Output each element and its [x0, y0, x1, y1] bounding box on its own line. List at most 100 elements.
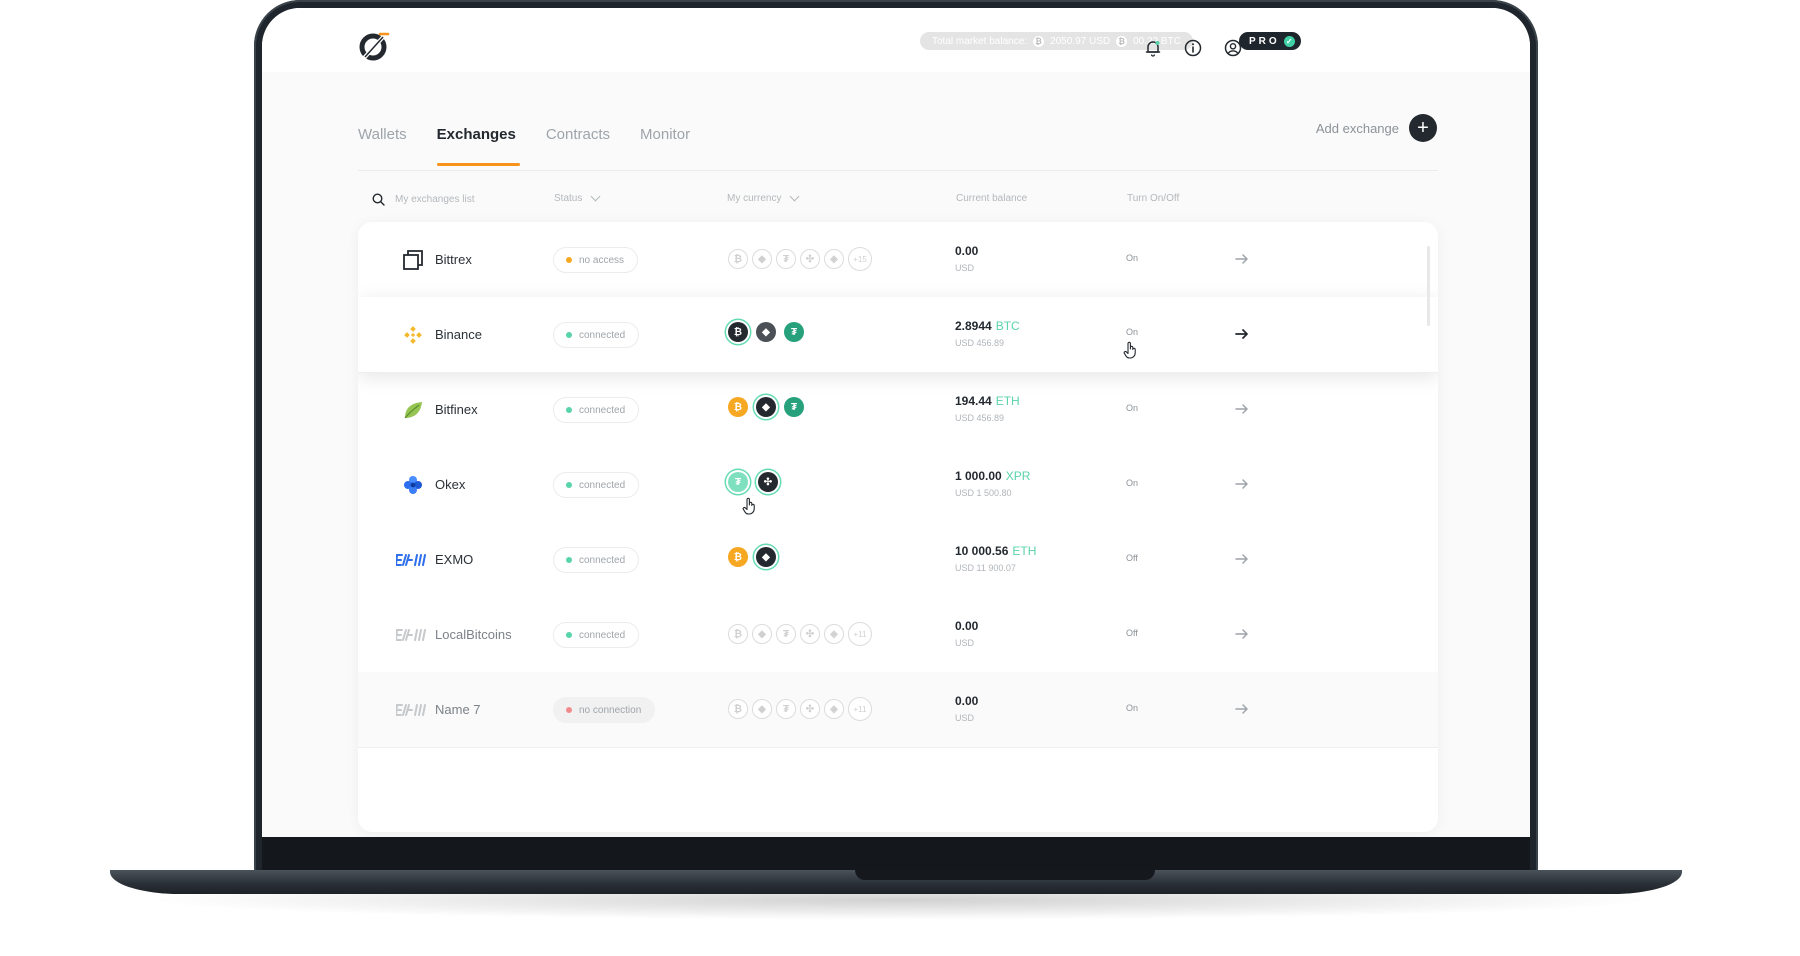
balance-amount: 10 000.56	[955, 544, 1009, 558]
scrollbar[interactable]	[1427, 246, 1430, 326]
pro-label: PRO	[1249, 35, 1280, 47]
search-placeholder[interactable]: My exchanges list	[395, 194, 474, 205]
binance-logo-icon	[402, 325, 424, 345]
status-dot	[566, 707, 572, 713]
bitcoin-icon: ₿	[1116, 35, 1128, 47]
ripple-icon[interactable]: ✣	[758, 472, 778, 492]
toggle-state[interactable]: On	[1126, 703, 1138, 713]
exchange-row-name7[interactable]: Name 7 no connection ₿ ◆ ₮ ✣ ◈ +11 0.00 …	[358, 672, 1438, 748]
chevron-down-icon	[790, 191, 800, 202]
currency-header-label: My currency	[727, 193, 782, 204]
ethereum-icon[interactable]: ◆	[752, 624, 772, 644]
exchange-logo-icon	[396, 625, 426, 645]
balance-amount: 0.00	[955, 244, 979, 258]
exchange-name: Name 7	[435, 702, 481, 717]
ripple-icon[interactable]: ✣	[800, 699, 820, 719]
exchange-name: EXMO	[435, 552, 474, 567]
balance-currency: ETH	[1012, 544, 1037, 558]
add-exchange-label[interactable]: Add exchange	[1316, 121, 1399, 136]
status-column-header[interactable]: Status	[554, 191, 601, 204]
tab-monitor[interactable]: Monitor	[640, 126, 690, 158]
search-field[interactable]: My exchanges list	[372, 193, 474, 206]
tether-icon[interactable]: ₮	[784, 397, 804, 417]
tether-icon[interactable]: ₮	[776, 249, 796, 269]
toggle-state[interactable]: On	[1126, 403, 1138, 413]
more-currencies-badge[interactable]: +11	[848, 697, 872, 721]
laptop-hinge-notch	[855, 870, 1155, 880]
exchange-row-bittrex[interactable]: Bittrex no access ₿ ◆ ₮ ✣ ◈ +15 0.00 USD…	[358, 222, 1438, 298]
app-logo-icon[interactable]	[358, 30, 390, 62]
info-icon[interactable]	[1182, 37, 1204, 59]
tab-exchanges[interactable]: Exchanges	[436, 126, 521, 166]
plus-icon[interactable]: +	[1409, 114, 1437, 142]
balance-value: 194.44 ETH	[955, 394, 1020, 408]
ethereum-icon[interactable]: ◆	[756, 322, 776, 342]
toggle-state[interactable]: Off	[1126, 553, 1138, 563]
toggle-state[interactable]: On	[1126, 478, 1138, 488]
toggle-state[interactable]: Off	[1126, 628, 1138, 638]
bitcoin-icon[interactable]: ₿	[728, 249, 748, 269]
balance-header-label: Current balance	[956, 193, 1028, 204]
tether-icon[interactable]: ₮	[784, 322, 804, 342]
arrow-right-icon[interactable]	[1234, 626, 1250, 642]
arrow-right-icon[interactable]	[1234, 326, 1250, 342]
toggle-state[interactable]: On	[1126, 327, 1138, 337]
currency-list: ₿ ◆ ₮	[728, 397, 804, 417]
bitcoin-icon[interactable]: ₿	[728, 699, 748, 719]
balance-value: 0.00	[955, 694, 978, 708]
arrow-right-icon[interactable]	[1234, 401, 1250, 417]
exchange-row-exmo[interactable]: EXMO connected ₿ ◆ 10 000.56 ETH USD 11 9…	[358, 522, 1438, 598]
binance-coin-icon[interactable]: ◈	[824, 249, 844, 269]
pro-badge[interactable]: PRO ✓	[1239, 32, 1301, 50]
status-badge: connected	[553, 322, 640, 348]
ripple-icon[interactable]: ✣	[800, 624, 820, 644]
more-currencies-badge[interactable]: +15	[848, 247, 872, 271]
binance-coin-icon[interactable]: ◈	[824, 624, 844, 644]
add-exchange[interactable]: Add exchange +	[1316, 114, 1437, 142]
exchange-row-bitfinex[interactable]: Bitfinex connected ₿ ◆ ₮ 194.44 ETH USD 4…	[358, 372, 1438, 448]
more-currencies-badge[interactable]: +11	[848, 622, 872, 646]
exchange-row-okex[interactable]: Okex connected ₮ ✣ 1 000.00 XPR USD 1 500…	[358, 447, 1438, 523]
exchange-row-localbitcoins[interactable]: LocalBitcoins connected ₿ ◆ ₮ ✣ ◈ +11 0.…	[358, 597, 1438, 673]
ethereum-icon[interactable]: ◆	[752, 249, 772, 269]
status-dot	[566, 557, 572, 563]
bitcoin-icon[interactable]: ₿	[728, 322, 748, 342]
bell-icon[interactable]	[1142, 37, 1164, 59]
binance-coin-icon[interactable]: ◈	[824, 699, 844, 719]
exchange-name: Binance	[435, 327, 482, 342]
ethereum-icon[interactable]: ◆	[756, 397, 776, 417]
tether-icon[interactable]: ₮	[728, 472, 748, 492]
currency-column-header[interactable]: My currency	[727, 191, 800, 204]
balance-amount: 2.8944	[955, 319, 992, 333]
laptop-base	[110, 870, 1682, 894]
status-text: no access	[579, 254, 625, 266]
bitcoin-icon: ₿	[1033, 35, 1045, 47]
exmo-logo-icon	[396, 550, 426, 570]
exchange-row-binance[interactable]: Binance connected ₿ ◆ ₮ 2.8944 BTC USD 45…	[358, 297, 1438, 373]
balance-sub: USD 456.89	[955, 413, 1005, 423]
status-text: connected	[579, 329, 626, 341]
arrow-right-icon[interactable]	[1234, 251, 1250, 267]
tether-icon[interactable]: ₮	[776, 699, 796, 719]
exchange-logo-icon	[396, 700, 426, 720]
arrow-right-icon[interactable]	[1234, 476, 1250, 492]
bitcoin-icon[interactable]: ₿	[728, 547, 748, 567]
ethereum-icon[interactable]: ◆	[752, 699, 772, 719]
ripple-icon[interactable]: ✣	[800, 249, 820, 269]
user-account-icon[interactable]	[1222, 37, 1244, 59]
bitcoin-icon[interactable]: ₿	[728, 624, 748, 644]
balance-sub: USD 11 900.07	[955, 563, 1016, 573]
tab-contracts[interactable]: Contracts	[546, 126, 610, 158]
arrow-right-icon[interactable]	[1234, 551, 1250, 567]
app-screen: Total market balance: ₿ 2050.97 USD ₿ 00…	[262, 8, 1530, 837]
ethereum-icon[interactable]: ◆	[756, 547, 776, 567]
bitcoin-icon[interactable]: ₿	[728, 397, 748, 417]
arrow-right-icon[interactable]	[1234, 701, 1250, 717]
balance-value: 10 000.56 ETH	[955, 544, 1036, 558]
status-text: connected	[579, 554, 626, 566]
toggle-state[interactable]: On	[1126, 253, 1138, 263]
main-content: Wallets Exchanges Contracts Monitor Add …	[262, 72, 1530, 837]
tether-icon[interactable]: ₮	[776, 624, 796, 644]
tab-bar: Wallets Exchanges Contracts Monitor	[358, 126, 720, 166]
tab-wallets[interactable]: Wallets	[358, 126, 407, 158]
